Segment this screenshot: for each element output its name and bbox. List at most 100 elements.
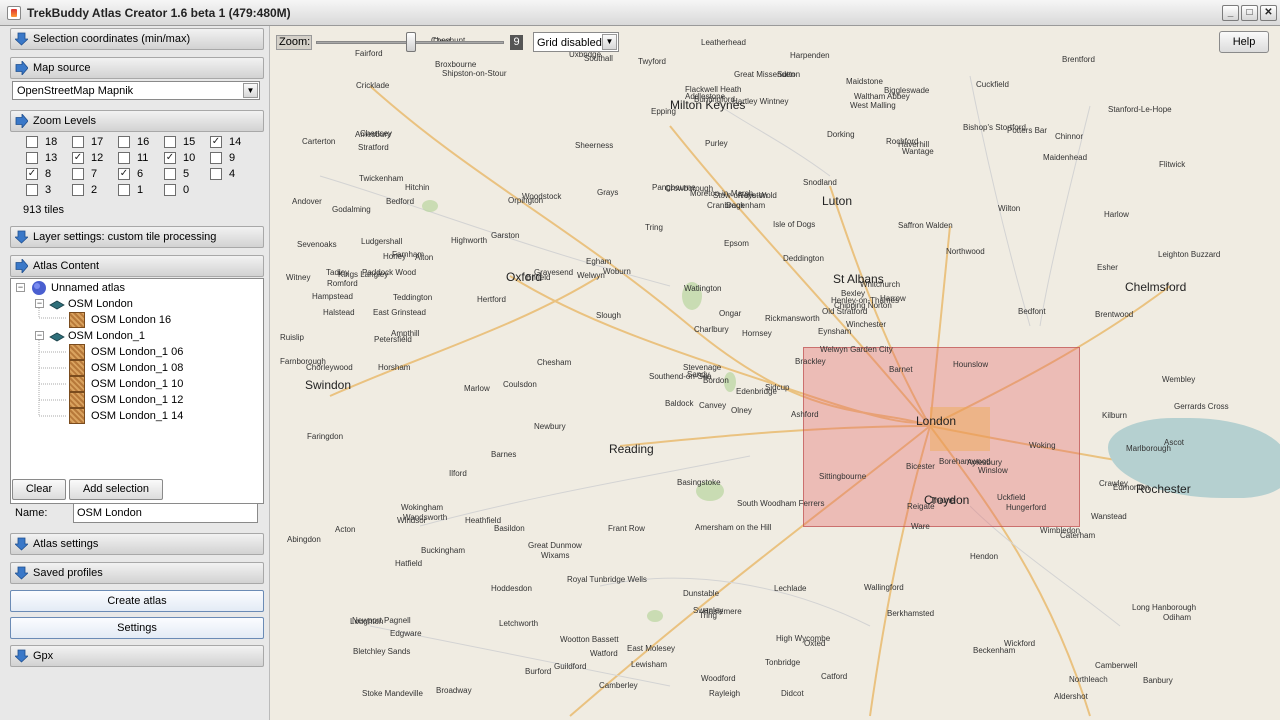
chevron-down-icon[interactable]: ▼ [243, 83, 258, 98]
zoom-checkbox[interactable] [118, 152, 130, 164]
place-label: Chinnor [1055, 132, 1084, 141]
zoom-checkbox[interactable] [72, 168, 84, 180]
zoom-slider-handle[interactable] [406, 32, 416, 52]
zoom-checkbox[interactable]: ✓ [118, 168, 130, 180]
zoom-checkbox[interactable] [26, 136, 38, 148]
zoom-checkbox[interactable]: ✓ [164, 152, 176, 164]
section-atlas-settings[interactable]: Atlas settings [10, 533, 264, 555]
place-label: Basildon [494, 524, 525, 533]
place-label: Borehamwood [939, 457, 991, 466]
section-selection-coordinates[interactable]: Selection coordinates (min/max) [10, 28, 264, 50]
zoom-level-1[interactable]: 1 [118, 184, 164, 198]
zoom-checkbox[interactable] [164, 168, 176, 180]
atlas-name-input[interactable]: OSM London [73, 503, 258, 523]
place-label: Deddington [783, 254, 824, 263]
place-label: Hornsey [742, 329, 772, 338]
zoom-level-3[interactable]: 3 [26, 184, 72, 198]
place-label: Leighton Buzzard [1158, 250, 1221, 259]
zoom-level-5[interactable]: 5 [164, 168, 210, 182]
zoom-checkbox[interactable]: ✓ [26, 168, 38, 180]
place-label: Broxbourne [435, 60, 477, 69]
tree-lines [38, 308, 67, 417]
zoom-level-6[interactable]: ✓ 6 [118, 168, 164, 182]
zoom-checkbox[interactable] [26, 184, 38, 196]
section-label: Map source [33, 62, 91, 74]
settings-button[interactable]: Settings [10, 617, 264, 639]
place-label: Cranbrook [707, 201, 745, 210]
clear-button[interactable]: Clear [12, 479, 66, 500]
place-label: Gerrards Cross [1174, 402, 1229, 411]
zoom-checkbox[interactable] [72, 184, 84, 196]
zoom-checkbox[interactable] [118, 184, 130, 196]
place-label: Sheerness [575, 141, 614, 150]
map-source-select[interactable]: OpenStreetMap Mapnik ▼ [12, 81, 260, 100]
zoom-level-9[interactable]: 9 [210, 152, 256, 166]
place-label: East Grinstead [373, 308, 426, 317]
map-name: OSM London_1 06 [91, 346, 184, 358]
chevron-down-icon[interactable]: ▼ [602, 34, 617, 50]
zoom-checkbox[interactable] [210, 152, 222, 164]
place-label: West Malling [850, 101, 896, 110]
zoom-checkbox[interactable] [118, 136, 130, 148]
expand-arrow-down-icon [15, 566, 28, 580]
place-label: Tring [645, 223, 663, 232]
place-label: Potters Bar [1007, 126, 1048, 135]
zoom-level-11[interactable]: 11 [118, 152, 164, 166]
place-label: South Woodham Ferrers [737, 499, 825, 508]
zoom-checkbox[interactable] [26, 152, 38, 164]
grid-select[interactable]: Grid disabled ▼ [533, 32, 619, 52]
place-label: Wixams [541, 551, 570, 560]
zoom-level-label: 9 [229, 152, 236, 164]
map-roads [319, 75, 1271, 717]
map-source-value: OpenStreetMap Mapnik [17, 85, 134, 97]
section-atlas-content[interactable]: Atlas Content [10, 255, 264, 277]
zoom-checkbox[interactable] [72, 136, 84, 148]
place-label: Brentford [1062, 55, 1095, 64]
place-label: Tadley [326, 268, 350, 277]
map-view[interactable]: London Reading Oxford Milton Keynes Luton St … [270, 26, 1280, 720]
place-label: Ongar [719, 309, 742, 318]
zoom-checkbox[interactable]: ✓ [210, 136, 222, 148]
place-label: Stratford [358, 143, 389, 152]
place-label: Coulsdon [503, 380, 537, 389]
zoom-level-17[interactable]: 17 [72, 136, 118, 150]
place-label: Bexley [841, 289, 866, 298]
section-layer-settings[interactable]: Layer settings: custom tile processing [10, 226, 264, 248]
zoom-level-label: 3 [45, 184, 52, 196]
place-label: Hertford [477, 295, 506, 304]
zoom-level-4[interactable]: 4 [210, 168, 256, 182]
zoom-level-13[interactable]: 13 [26, 152, 72, 166]
close-button[interactable]: ✕ [1260, 5, 1277, 21]
place-label: Reigate [907, 502, 935, 511]
zoom-level-label: 18 [45, 136, 58, 148]
zoom-checkbox[interactable]: ✓ [72, 152, 84, 164]
zoom-checkbox[interactable] [164, 184, 176, 196]
minimize-button[interactable]: _ [1222, 5, 1239, 21]
zoom-level-15[interactable]: 15 [164, 136, 210, 150]
zoom-level-2[interactable]: 2 [72, 184, 118, 198]
section-gpx[interactable]: Gpx [10, 645, 264, 667]
zoom-checkbox[interactable] [210, 168, 222, 180]
zoom-level-7[interactable]: 7 [72, 168, 118, 182]
zoom-level-16[interactable]: 16 [118, 136, 164, 150]
zoom-checkbox[interactable] [164, 136, 176, 148]
help-button[interactable]: Help [1219, 31, 1269, 53]
add-selection-button[interactable]: Add selection [69, 479, 163, 500]
zoom-level-8[interactable]: ✓ 8 [26, 168, 72, 182]
place-label: Gravesend [534, 268, 574, 277]
zoom-level-12[interactable]: ✓ 12 [72, 152, 118, 166]
section-zoom-levels[interactable]: Zoom Levels [10, 110, 264, 132]
place-label: Ilford [449, 469, 467, 478]
place-label: Ruislip [280, 333, 305, 342]
zoom-level-0[interactable]: 0 [164, 184, 210, 198]
zoom-level-10[interactable]: ✓ 10 [164, 152, 210, 166]
zoom-level-14[interactable]: ✓ 14 [210, 136, 256, 150]
zoom-level-18[interactable]: 18 [26, 136, 72, 150]
place-label: Buckingham [421, 546, 466, 555]
create-atlas-button[interactable]: Create atlas [10, 590, 264, 612]
maximize-button[interactable]: □ [1241, 5, 1258, 21]
section-saved-profiles[interactable]: Saved profiles [10, 562, 264, 584]
place-label: Camberwell [1095, 661, 1138, 670]
section-map-source[interactable]: Map source [10, 57, 264, 79]
place-label: Aldershot [1054, 692, 1088, 701]
